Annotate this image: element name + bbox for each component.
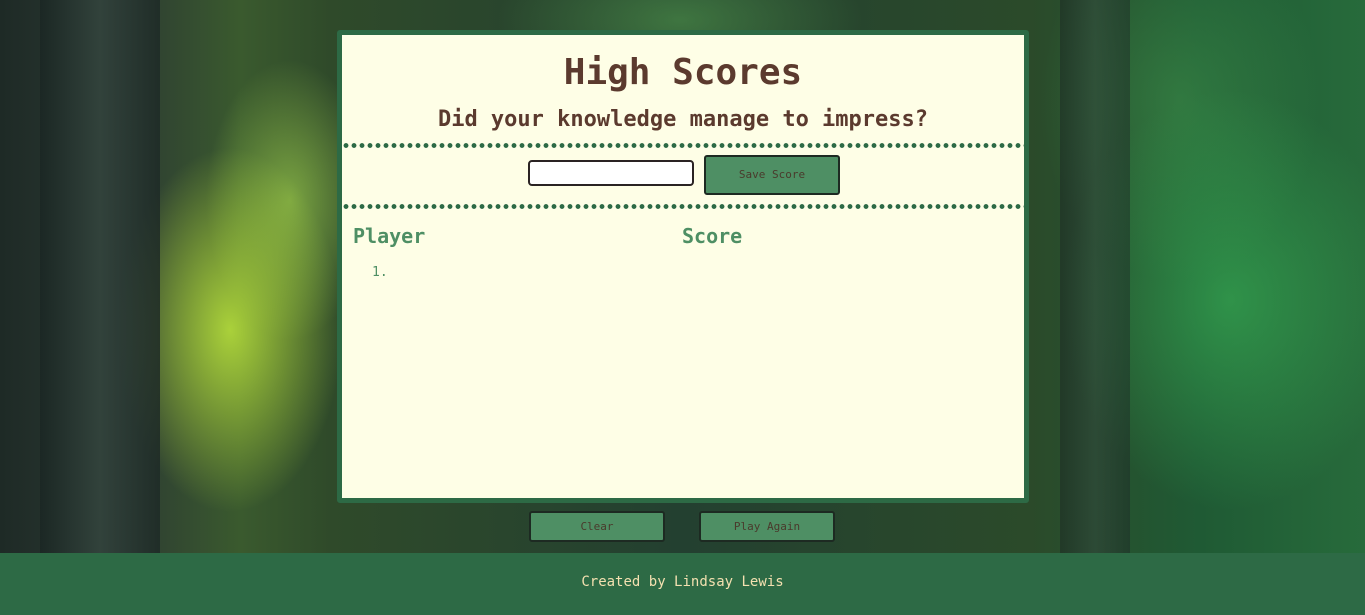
dotted-divider-bottom xyxy=(342,204,1024,209)
footer-credit: Created by Lindsay Lewis xyxy=(581,574,784,590)
play-again-button[interactable]: Play Again xyxy=(699,511,835,542)
dotted-divider-top xyxy=(342,143,1024,148)
tree-trunk-left xyxy=(40,0,160,553)
high-scores-card: High Scores Did your knowledge manage to… xyxy=(337,30,1029,503)
page-title: High Scores xyxy=(563,52,803,93)
player-column-header: Player xyxy=(353,224,426,248)
rank-number: 1. xyxy=(372,265,388,280)
initials-input[interactable] xyxy=(528,160,694,186)
high-score-list: 1. xyxy=(372,265,388,280)
page-subtitle: Did your knowledge manage to impress? xyxy=(437,107,929,132)
tree-trunk-right xyxy=(1060,0,1130,553)
score-column-header: Score xyxy=(682,224,743,248)
clear-button[interactable]: Clear xyxy=(529,511,665,542)
footer: Created by Lindsay Lewis xyxy=(0,553,1365,615)
list-item: 1. xyxy=(372,265,388,280)
save-score-button[interactable]: Save Score xyxy=(704,155,840,195)
